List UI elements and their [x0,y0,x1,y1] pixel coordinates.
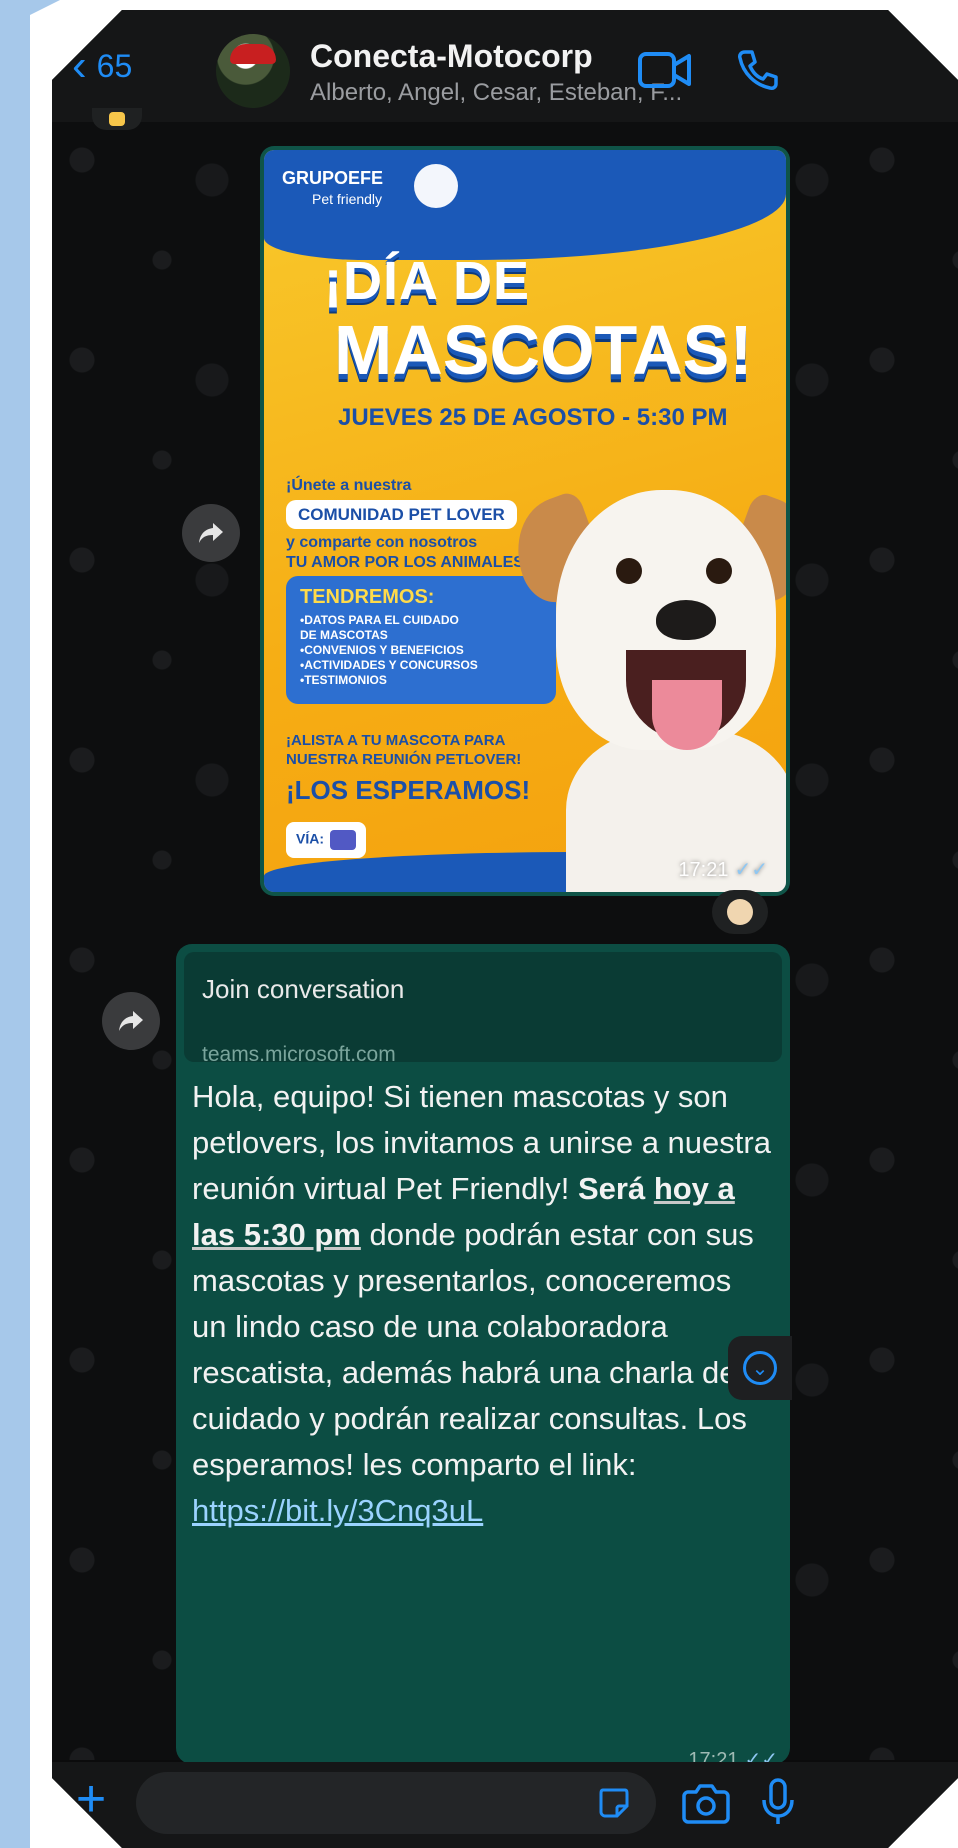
link-preview-title: Join conversation [202,974,405,1004]
forward-icon [119,1011,143,1031]
poster-via-teams: VÍA: [286,822,366,858]
plus-icon[interactable]: + [68,1773,114,1825]
chat-members: Alberto, Angel, Cesar, Esteban, F... [310,79,683,106]
thumbs-up-icon [109,112,125,126]
forward-icon [199,523,223,543]
link-preview-card[interactable]: Join conversation teams.microsoft.com [184,952,782,1066]
message-link[interactable]: https://bit.ly/3Cnq3uL [192,1493,483,1528]
image-message-time: 17:21 ✓✓ [678,859,768,881]
link-preview-url: teams.microsoft.com [202,1043,396,1066]
scroll-to-bottom-button[interactable]: ⌄ [728,1336,792,1400]
forward-button-2[interactable] [102,992,160,1050]
message-body: Hola, equipo! Si tienen mascotas y son p… [192,1079,771,1528]
chevron-down-icon: ⌄ [743,1351,777,1385]
teams-logo-icon [330,830,356,850]
poster-headline-2: MASCOTAS! [334,311,753,389]
chat-title: Conecta-Motocorp [310,38,593,74]
microphone-icon[interactable] [760,1778,796,1826]
event-poster-image: GRUPOEFE Pet friendly ¡DÍA DE MASCOTAS! … [264,150,786,892]
poster-headline-1: ¡DÍA DE [324,251,530,311]
video-call-icon[interactable] [637,48,693,92]
poster-brand: GRUPOEFE Pet friendly [282,168,384,207]
chat-title-area[interactable]: Conecta-Motocorp Alberto, Angel, Cesar, … [310,38,780,107]
reaction-badge[interactable] [712,890,768,934]
beret-shape [230,44,276,64]
phone-icon[interactable] [729,48,785,92]
image-message[interactable]: GRUPOEFE Pet friendly ¡DÍA DE MASCOTAS! … [260,146,790,896]
poster-join-text: ¡Únete a nuestra COMUNIDAD PET LOVER y c… [286,477,530,572]
unread-count: 65 [96,47,133,84]
chat-header: ‹ 65 Conecta-Motocorp Alberto, Angel, Ce… [52,10,958,122]
chevron-left-icon: ‹ [72,41,87,90]
dog-emoji-icon [727,899,753,925]
poster-date: JUEVES 25 DE AGOSTO - 5:30 PM [338,404,728,431]
forward-button[interactable] [182,504,240,562]
group-avatar[interactable] [216,34,290,108]
read-ticks-icon: ✓✓ [734,859,768,881]
dog-illustration [501,489,786,892]
camera-icon[interactable] [682,1782,730,1824]
sticker-icon[interactable] [597,1786,631,1820]
poster-tendremos-box: TENDREMOS: •DATOS PARA EL CUIDADO DE MAS… [286,576,556,704]
poster-alista-text: ¡ALISTA A TU MASCOTA PARA NUESTRA REUNIÓ… [286,732,531,805]
paw-heart-icon [414,164,458,208]
frame-border [0,0,30,1848]
frame-corner [0,0,60,30]
text-message[interactable]: Join conversation teams.microsoft.com Ho… [176,944,790,1764]
composer-bar: + [52,1762,958,1848]
message-input[interactable] [136,1772,656,1834]
phone-screen: ‹ 65 Conecta-Motocorp Alberto, Angel, Ce… [52,10,958,1848]
back-button[interactable]: ‹ 65 [72,36,132,96]
reaction-badge-previous[interactable] [92,108,142,130]
